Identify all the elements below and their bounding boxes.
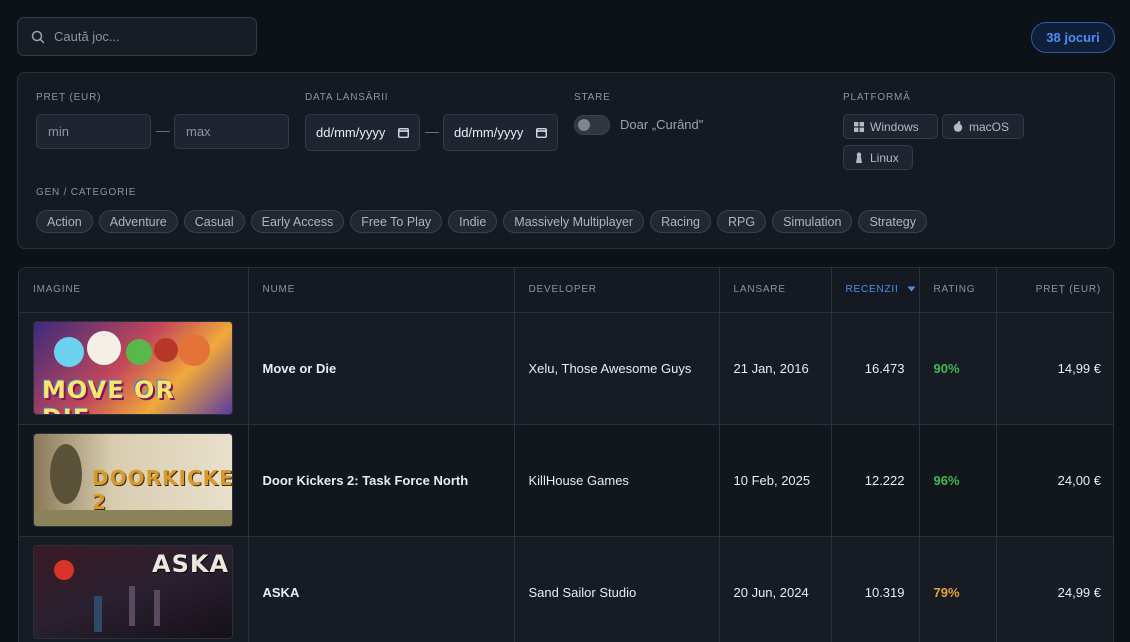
game-name[interactable]: Move or Die [248,312,515,425]
coming-soon-toggle-label: Doar „Curând" [620,117,704,132]
calendar-icon [536,128,547,138]
game-developer: KillHouse Games [514,424,720,537]
table-row[interactable]: DOORKICKERS 2 Door Kickers 2: Task Force… [19,424,1113,537]
platform-linux-label: Linux [870,150,899,165]
date-to-input[interactable]: dd/mm/yyyy [443,114,558,151]
game-price: 14,99 € [996,312,1113,425]
game-release: 20 Jun, 2024 [719,536,832,642]
image-cell: MOVE OR DIE [19,312,249,425]
date-from-input[interactable]: dd/mm/yyyy [305,114,420,151]
game-price: 24,99 € [996,536,1113,642]
game-name[interactable]: ASKA [248,536,515,642]
game-thumbnail[interactable]: ASKA [33,545,233,639]
thumbnail-title: DOORKICKERS 2 [92,466,233,514]
genre-chip-early-access[interactable]: Early Access [250,210,345,233]
platform-windows-label: Windows [870,119,919,134]
genre-chip-rpg[interactable]: RPG [716,210,767,233]
top-bar: 38 jocuri [17,17,1115,57]
col-header-reviews-label: RECENZII [845,284,899,296]
genre-chip-list: Action Adventure Casual Early Access Fre… [36,210,928,233]
col-header-release[interactable]: LANSARE [719,268,832,313]
results-count-badge: 38 jocuri [1031,22,1115,53]
genre-chip-strategy[interactable]: Strategy [858,210,928,233]
game-thumbnail[interactable]: DOORKICKERS 2 [33,433,233,527]
platform-macos-label: macOS [969,119,1010,134]
date-from-value: dd/mm/yyyy [316,125,386,140]
genre-chip-action[interactable]: Action [36,210,93,233]
date-filter-label: DATA LANSĂRII [305,92,389,103]
game-developer: Sand Sailor Studio [514,536,720,642]
search-icon [31,30,45,43]
linux-tux-icon [856,151,862,163]
game-developer: Xelu, Those Awesome Guys [514,312,720,425]
platform-macos-button[interactable]: macOS [942,114,1024,139]
game-release: 10 Feb, 2025 [719,424,832,537]
status-filter-label: STARE [574,92,611,103]
image-cell: DOORKICKERS 2 [19,424,249,537]
genre-chip-massively-multiplayer[interactable]: Massively Multiplayer [503,210,645,233]
thumbnail-title: ASKA [152,550,230,578]
genre-filter-label: GEN / CATEGORIE [36,187,137,198]
toggle-knob [578,119,590,131]
game-release: 21 Jan, 2016 [719,312,832,425]
date-range-dash: — [425,123,439,139]
image-cell: ASKA [19,536,249,642]
game-rating: 96% [919,424,997,537]
col-header-name[interactable]: NUME [248,268,515,313]
table-row[interactable]: ASKA ASKA Sand Sailor Studio 20 Jun, 202… [19,536,1113,642]
price-min-input[interactable]: min [36,114,151,149]
platform-windows-button[interactable]: Windows [843,114,938,139]
genre-chip-adventure[interactable]: Adventure [98,210,178,233]
game-name[interactable]: Door Kickers 2: Task Force North [248,424,515,537]
genre-chip-casual[interactable]: Casual [183,210,245,233]
col-header-developer[interactable]: DEVELOPER [514,268,720,313]
genre-chip-simulation[interactable]: Simulation [772,210,853,233]
game-thumbnail[interactable]: MOVE OR DIE [33,321,233,415]
platform-linux-button[interactable]: Linux [843,145,913,170]
genre-chip-indie[interactable]: Indie [448,210,498,233]
game-price: 24,00 € [996,424,1113,537]
game-reviews: 16.473 [831,312,920,425]
col-header-price[interactable]: PREȚ (EUR) [996,268,1113,313]
col-header-reviews[interactable]: RECENZII [831,268,920,313]
search-box[interactable] [17,17,257,56]
price-filter-label: PREȚ (EUR) [36,92,102,103]
thumbnail-title: MOVE OR DIE [42,376,175,414]
price-max-input[interactable]: max [174,114,289,149]
col-header-image: IMAGINE [19,268,249,313]
windows-icon [854,121,864,132]
coming-soon-toggle[interactable] [574,115,610,135]
genre-chip-free-to-play[interactable]: Free To Play [350,210,443,233]
games-table: IMAGINE NUME DEVELOPER LANSARE RECENZII … [18,267,1114,642]
platform-filter-label: PLATFORMĂ [843,92,911,103]
price-range-dash: — [156,122,170,138]
game-reviews: 12.222 [831,424,920,537]
game-reviews: 10.319 [831,536,920,642]
apple-icon [953,121,963,132]
table-header-row: IMAGINE NUME DEVELOPER LANSARE RECENZII … [19,268,1113,313]
game-rating: 79% [919,536,997,642]
sort-desc-icon [907,286,916,292]
game-rating: 90% [919,312,997,425]
calendar-icon [398,128,409,138]
search-input[interactable] [54,29,234,44]
date-to-value: dd/mm/yyyy [454,125,524,140]
col-header-rating[interactable]: RATING [919,268,997,313]
filters-panel: PREȚ (EUR) min — max DATA LANSĂRII dd/mm… [17,72,1115,249]
table-row[interactable]: MOVE OR DIE Move or Die Xelu, Those Awes… [19,312,1113,425]
genre-chip-racing[interactable]: Racing [650,210,711,233]
